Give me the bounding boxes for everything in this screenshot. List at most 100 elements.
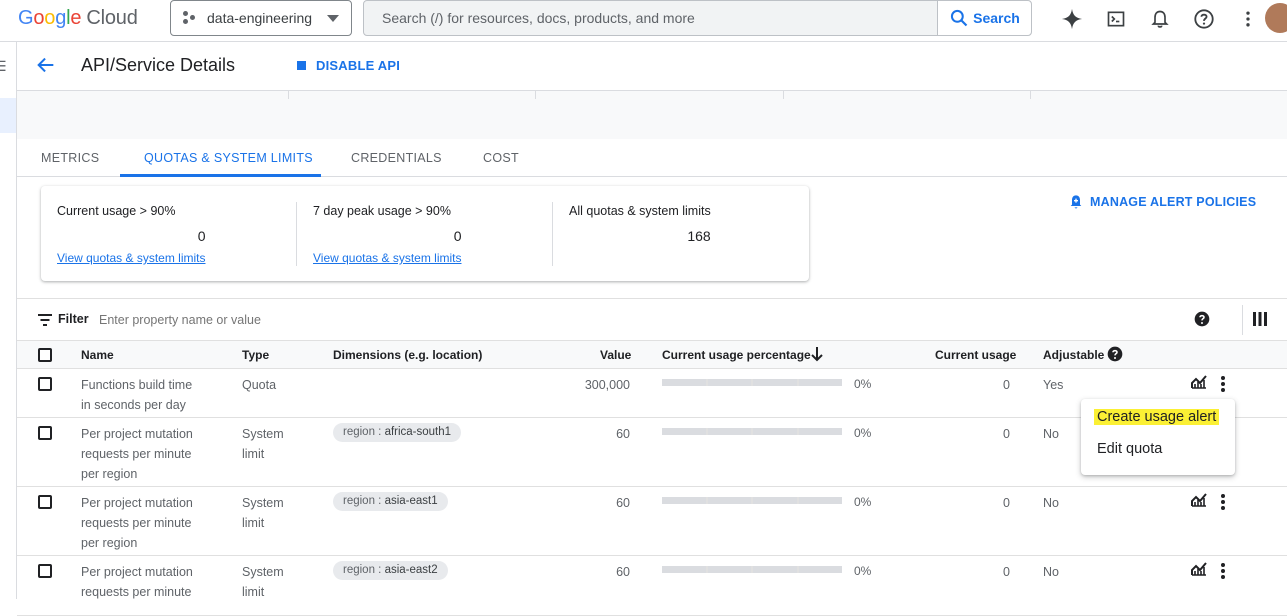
search-button-label: Search — [973, 10, 1020, 26]
quota-type: System limit — [242, 424, 284, 464]
usage-chart-icon[interactable] — [1191, 562, 1207, 581]
dimension-value: africa-south1 — [384, 426, 452, 438]
tab-credentials[interactable]: CREDENTIALS — [351, 151, 442, 165]
help-icon[interactable] — [1107, 346, 1123, 362]
usage-percentage: 0% — [854, 426, 872, 440]
settings-more-button[interactable] — [1226, 5, 1270, 33]
dimension-chip: region : asia-east2 — [333, 561, 448, 580]
stop-icon — [297, 61, 306, 70]
stat-current-usage: Current usage > 90% 0 View quotas & syst… — [57, 204, 206, 265]
stat-value: 0 — [197, 228, 206, 244]
project-name: data-engineering — [207, 10, 313, 26]
quota-type-line: System — [242, 565, 284, 579]
help-icon — [1194, 9, 1214, 29]
row-checkbox[interactable] — [38, 564, 52, 578]
col-dimensions[interactable]: Dimensions (e.g. location) — [333, 348, 482, 362]
table-header: Name Type Dimensions (e.g. location) Val… — [17, 340, 1287, 369]
dimension-chip: region : africa-south1 — [333, 423, 462, 442]
manage-alert-policies-button[interactable]: MANAGE ALERT POLICIES — [1068, 194, 1256, 210]
disable-api-button[interactable]: DISABLE API — [297, 58, 400, 73]
overview-strip — [17, 91, 1287, 139]
adjustable-value: No — [1043, 565, 1059, 579]
col-adjustable[interactable]: Adjustable — [1043, 348, 1104, 362]
menu-icon[interactable]: ☰ — [0, 58, 7, 75]
row-checkbox[interactable] — [38, 495, 52, 509]
usage-progress-bar — [662, 428, 842, 435]
arrow-downward-icon[interactable] — [810, 346, 824, 362]
more-vert-icon[interactable] — [1216, 493, 1230, 516]
project-selector[interactable]: data-engineering — [170, 0, 352, 36]
adjustable-value: No — [1043, 427, 1059, 441]
usage-progress-bar — [662, 379, 842, 386]
tab-cost[interactable]: COST — [483, 151, 519, 165]
usage-chart-icon[interactable] — [1191, 375, 1207, 394]
notifications-button[interactable] — [1138, 5, 1182, 33]
table-row[interactable]: Per project mutation requests per minute S… — [17, 556, 1287, 616]
quota-type-line: limit — [242, 516, 265, 530]
quota-name-line: per region — [81, 467, 138, 481]
search-button[interactable]: Search — [937, 1, 1031, 35]
project-hierarchy-icon — [183, 11, 197, 25]
filter-bar: Filter — [17, 298, 1287, 340]
gemini-button[interactable] — [1050, 5, 1094, 33]
select-all-checkbox[interactable] — [38, 348, 52, 362]
stat-label: All quotas & system limits — [569, 204, 711, 218]
quota-value: 60 — [616, 565, 630, 579]
view-quotas-link[interactable]: View quotas & system limits — [313, 251, 462, 265]
search-bar: Search — [363, 0, 1032, 36]
quota-name-line: Per project mutation — [81, 427, 193, 441]
page-header: API/Service Details DISABLE API — [17, 42, 1287, 91]
quota-value: 60 — [616, 496, 630, 510]
row-checkbox[interactable] — [38, 426, 52, 440]
help-icon[interactable] — [1194, 311, 1210, 327]
view-quotas-link[interactable]: View quotas & system limits — [57, 251, 206, 265]
col-type[interactable]: Type — [242, 348, 269, 362]
avatar[interactable] — [1265, 3, 1287, 33]
quota-name: Per project mutation requests per minute p… — [81, 424, 193, 484]
col-value[interactable]: Value — [600, 348, 631, 362]
table-row[interactable]: Per project mutation requests per minute p… — [17, 487, 1287, 556]
search-input[interactable] — [364, 1, 937, 35]
quota-name-line: Functions build time — [81, 378, 193, 392]
row-checkbox[interactable] — [38, 377, 52, 391]
dimension-value: asia-east1 — [384, 495, 438, 507]
quota-name-line: requests per minute — [81, 516, 192, 530]
bell-icon — [1151, 10, 1169, 28]
current-usage: 0 — [1003, 378, 1010, 392]
column-display-icon[interactable] — [1253, 312, 1267, 326]
edit-quota-item[interactable]: Edit quota — [1097, 441, 1162, 457]
col-usage-pct[interactable]: Current usage percentage — [662, 348, 811, 362]
nav-selected-item[interactable] — [0, 98, 16, 133]
quota-name-line: requests per minute — [81, 585, 192, 599]
google-cloud-logo[interactable]: Google Cloud — [18, 7, 138, 30]
quota-name: Functions build time in seconds per day — [81, 375, 192, 415]
tab-metrics[interactable]: METRICS — [41, 151, 99, 165]
page-title: API/Service Details — [81, 55, 236, 75]
stat-label: Current usage > 90% — [57, 204, 176, 218]
usage-percentage: 0% — [854, 564, 872, 578]
quota-value: 60 — [616, 427, 630, 441]
quota-type: Quota — [242, 375, 276, 395]
quota-type-line: Quota — [242, 378, 277, 392]
quota-type-line: System — [242, 496, 284, 510]
current-usage: 0 — [1003, 427, 1010, 441]
cloud-shell-button[interactable] — [1094, 5, 1138, 33]
col-name[interactable]: Name — [81, 348, 114, 362]
dimension-key: region : — [343, 564, 385, 576]
dimension-chip: region : asia-east1 — [333, 492, 448, 511]
usage-chart-icon[interactable] — [1191, 493, 1207, 512]
tab-quotas[interactable]: QUOTAS & SYSTEM LIMITS — [144, 151, 313, 165]
logo-google-text: Google — [18, 7, 82, 29]
filter-input[interactable] — [99, 310, 499, 330]
col-current-usage[interactable]: Current usage — [935, 348, 1016, 362]
more-vert-icon[interactable] — [1216, 375, 1230, 398]
dimension-value: asia-east2 — [384, 564, 438, 576]
back-button[interactable] — [35, 54, 57, 81]
help-button[interactable] — [1182, 5, 1226, 33]
stat-value: 168 — [687, 228, 711, 244]
usage-percentage: 0% — [854, 495, 872, 509]
more-vert-icon[interactable] — [1216, 562, 1230, 585]
current-usage: 0 — [1003, 565, 1010, 579]
arrow-back-icon — [37, 57, 54, 73]
create-usage-alert-item[interactable]: Create usage alert — [1094, 409, 1220, 425]
